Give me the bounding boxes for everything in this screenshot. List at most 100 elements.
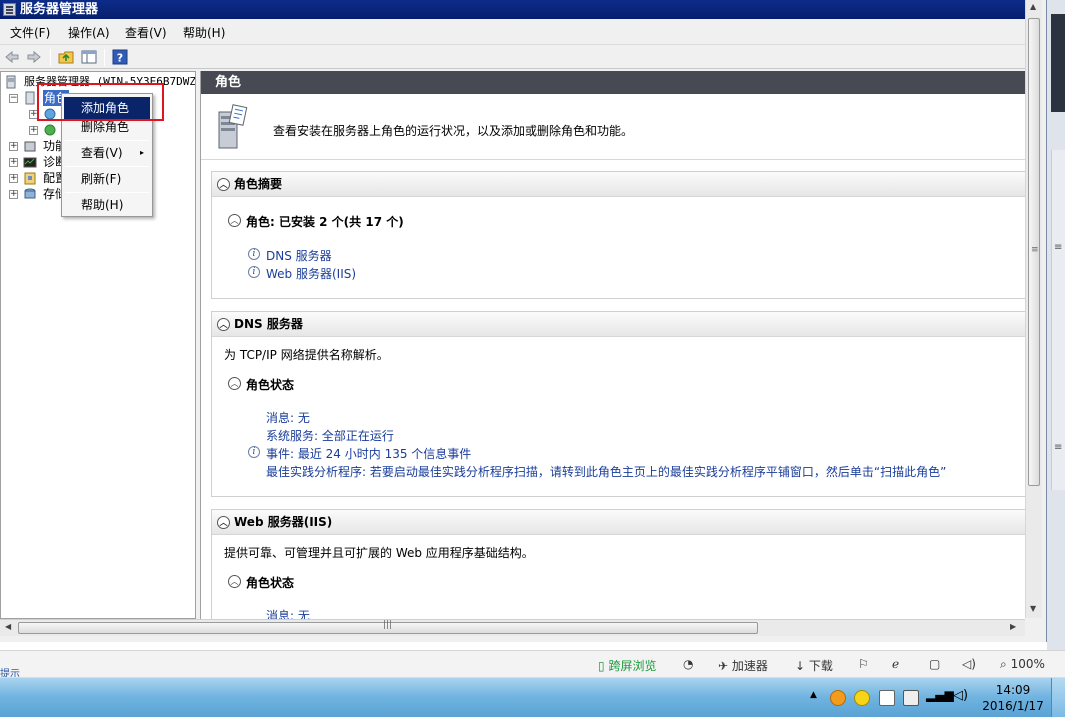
web-server-header[interactable]: ︿ Web 服务器(IIS): [212, 510, 1025, 535]
scroll-down-icon[interactable]: ▼: [1030, 604, 1036, 613]
dns-server-header[interactable]: ︿ DNS 服务器: [212, 312, 1025, 337]
expand-icon[interactable]: +: [29, 126, 38, 135]
expand-icon[interactable]: +: [9, 158, 18, 167]
help-icon[interactable]: ?: [112, 49, 128, 65]
expand-icon[interactable]: +: [9, 190, 18, 199]
annotation-highlight-box: [37, 83, 164, 121]
tray-plus-icon[interactable]: [854, 690, 870, 706]
context-menu-help[interactable]: 帮助(H): [64, 194, 150, 216]
speaker-icon[interactable]: ◁): [953, 688, 968, 703]
tree-item-diagnostics[interactable]: + 诊断: [1, 154, 67, 170]
zoom-control[interactable]: ⌕ 100%: [1000, 657, 1045, 672]
volume-icon[interactable]: ◁): [962, 657, 976, 671]
web-description: 提供可靠、可管理并且可扩展的 Web 应用程序基础结构。: [224, 546, 534, 560]
menu-view[interactable]: 查看(V): [125, 24, 167, 41]
cross-screen-browse-button[interactable]: ▯ 跨屏浏览: [598, 657, 656, 674]
horizontal-scrollbar[interactable]: ◀ ||| ▶: [0, 619, 1025, 636]
context-menu-item-label: 刷新(F): [81, 172, 122, 186]
accelerator-label: 加速器: [731, 659, 768, 673]
scroll-left-icon[interactable]: ◀: [5, 622, 11, 631]
web-server-title: Web 服务器(IIS): [234, 515, 333, 529]
taskbar-clock[interactable]: 14:09 2016/1/17: [982, 682, 1044, 714]
window-icon[interactable]: ▢: [929, 657, 940, 671]
submenu-arrow-icon: ▸: [139, 148, 144, 157]
power-icon[interactable]: [903, 690, 919, 706]
web-role-status-title: 角色状态: [246, 576, 295, 590]
collapse-icon[interactable]: ︿: [217, 178, 230, 191]
rocket-icon: ✈: [718, 659, 729, 673]
info-icon: i: [248, 266, 260, 278]
scroll-right-icon[interactable]: ▶: [1010, 622, 1016, 631]
scroll-grip-icon: ≡: [1054, 242, 1063, 253]
server-roles-icon: [218, 104, 248, 149]
outer-frame-edge: ≡ ≡: [1047, 0, 1065, 650]
accelerator-button[interactable]: ✈ 加速器: [718, 657, 768, 674]
back-icon[interactable]: [4, 49, 20, 65]
show-desktop-button[interactable]: [1051, 678, 1065, 717]
tray-app-icon[interactable]: [830, 690, 846, 706]
scroll-grip-icon: |||: [383, 620, 393, 630]
roles-intro: 查看安装在服务器上角色的运行状况，以及添加或删除角色和功能。: [201, 94, 1025, 160]
context-menu-view[interactable]: 查看(V) ▸: [64, 142, 150, 164]
dns-best-practices-analyzer[interactable]: 最佳实践分析程序: 若要启动最佳实践分析程序扫描，请转到此角色主页上的最佳实践分…: [266, 463, 946, 480]
network-icon[interactable]: ▂▄▆: [926, 688, 954, 702]
forward-icon[interactable]: [26, 49, 42, 65]
show-hidden-icons-icon[interactable]: ▲: [810, 690, 817, 700]
menu-help[interactable]: 帮助(H): [183, 24, 225, 41]
context-menu-refresh[interactable]: 刷新(F): [64, 168, 150, 190]
roles-icon: [25, 91, 35, 105]
web-server-icon: [44, 124, 56, 136]
phone-icon: ▯: [598, 659, 605, 673]
dns-server-section: ︿ DNS 服务器 为 TCP/IP 网络提供名称解析。 ︿ 角色状态 消息: …: [211, 311, 1025, 497]
web-server-section: ︿ Web 服务器(IIS) 提供可靠、可管理并且可扩展的 Web 应用程序基础…: [211, 509, 1025, 619]
window-title: 服务器管理器: [20, 2, 99, 17]
action-center-flag-icon[interactable]: [879, 690, 895, 706]
dns-description: 为 TCP/IP 网络提供名称解析。: [224, 348, 389, 362]
toolbar-separator: [104, 49, 105, 66]
outer-scroll-track[interactable]: [1051, 150, 1065, 490]
collapse-icon[interactable]: ︿: [217, 318, 230, 331]
configuration-icon: [24, 172, 36, 185]
tree-item-storage[interactable]: + 存储: [1, 186, 67, 202]
menu-bar: 文件(F) 操作(A) 查看(V) 帮助(H): [0, 21, 1025, 43]
tree-item-features[interactable]: + 功能: [1, 138, 67, 154]
download-label: 下载: [808, 659, 833, 673]
dns-events[interactable]: 事件: 最近 24 小时内 135 个信息事件: [266, 445, 471, 462]
title-bar[interactable]: 服务器管理器: [0, 0, 1025, 19]
svg-text:?: ?: [117, 52, 123, 65]
scroll-up-icon[interactable]: ▲: [1030, 2, 1036, 11]
speed-icon[interactable]: ◔: [683, 657, 693, 671]
intro-text: 查看安装在服务器上角色的运行状况，以及添加或删除角色和功能。: [273, 124, 634, 138]
roles-summary-header[interactable]: ︿ 角色摘要: [212, 172, 1025, 197]
diagnostics-icon: [23, 157, 37, 168]
storage-icon: [24, 188, 36, 199]
scroll-grip-icon: ≡: [1031, 245, 1039, 255]
collapse-icon[interactable]: −: [9, 94, 18, 103]
roles-summary-title: 角色摘要: [234, 177, 283, 191]
roles-installed-count: 角色: 已安装 2 个(共 17 个): [246, 215, 404, 229]
clock-date: 2016/1/17: [982, 699, 1044, 713]
flag-icon[interactable]: ⚐: [858, 657, 869, 671]
dns-system-services[interactable]: 系统服务: 全部正在运行: [266, 427, 394, 444]
ie-icon[interactable]: ℯ: [892, 657, 899, 671]
expand-icon[interactable]: +: [9, 174, 18, 183]
dns-messages[interactable]: 消息: 无: [266, 409, 310, 426]
menu-file[interactable]: 文件(F): [10, 24, 50, 41]
content-header: 角色: [201, 71, 1025, 94]
features-icon: [24, 141, 36, 152]
context-menu-item-label: 帮助(H): [81, 198, 124, 212]
expand-icon[interactable]: +: [9, 142, 18, 151]
up-folder-icon[interactable]: [58, 49, 74, 65]
web-server-link[interactable]: Web 服务器(IIS): [266, 265, 356, 282]
menu-action[interactable]: 操作(A): [68, 24, 110, 41]
tree-item-configuration[interactable]: + 配置: [1, 170, 67, 186]
show-hide-tree-icon[interactable]: [81, 49, 97, 65]
download-button[interactable]: ↓ 下载: [795, 657, 833, 674]
collapse-icon[interactable]: ︿: [217, 516, 230, 529]
web-messages[interactable]: 消息: 无: [266, 607, 310, 619]
dns-server-link[interactable]: DNS 服务器: [266, 247, 332, 264]
roles-summary-section: ︿ 角色摘要 ︿ 角色: 已安装 2 个(共 17 个) i DNS 服务器 i…: [211, 171, 1025, 299]
scroll-grip-icon: ≡: [1054, 442, 1063, 453]
vertical-scrollbar[interactable]: ▲ ≡ ▼: [1025, 0, 1042, 618]
tree-item-web[interactable]: +: [1, 122, 61, 138]
